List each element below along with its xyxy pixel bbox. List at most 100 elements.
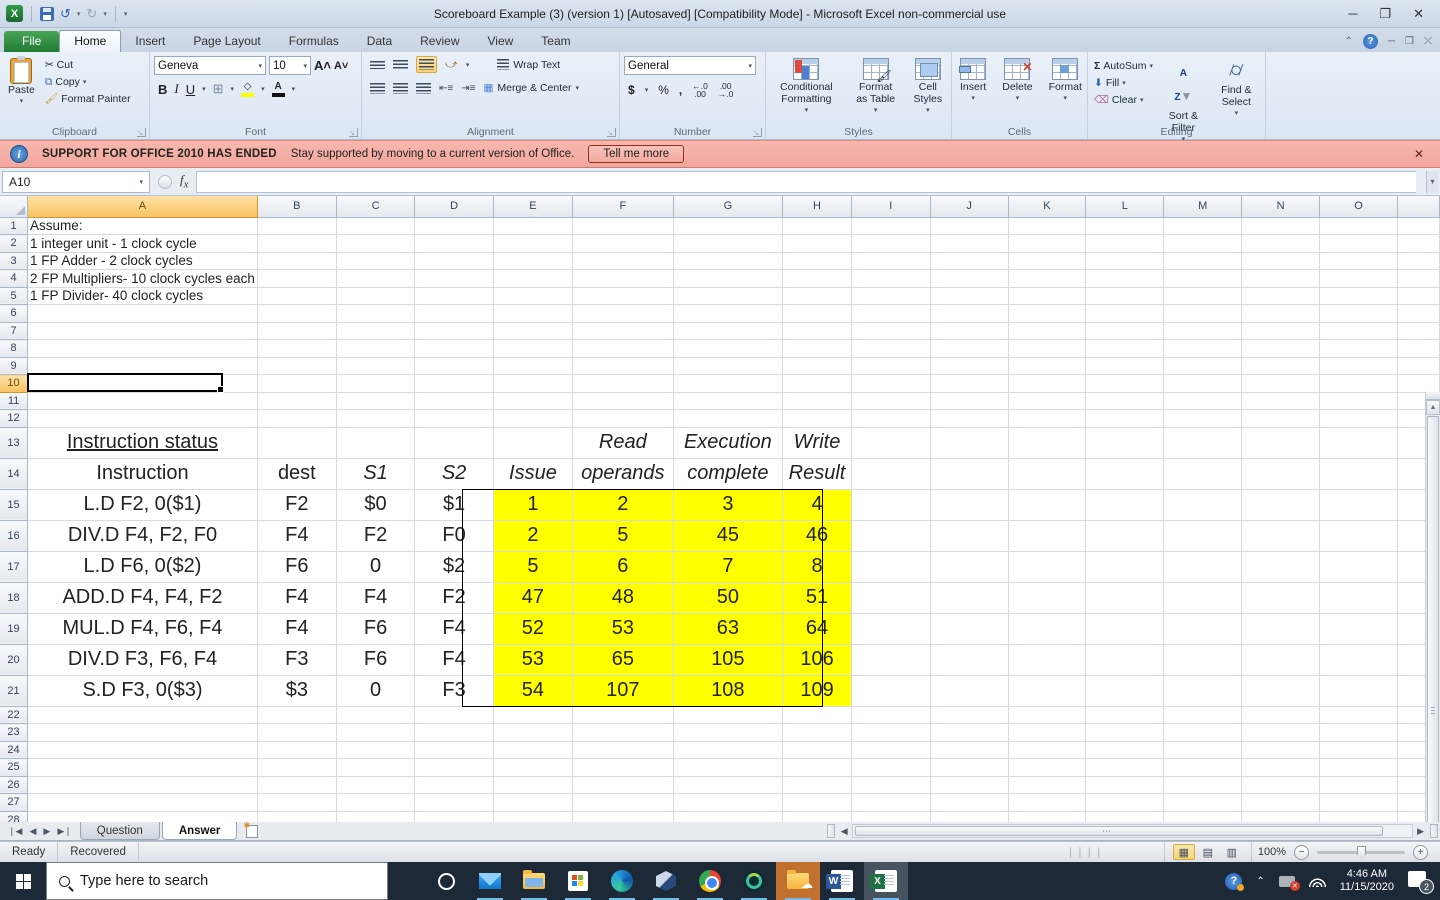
cell-F19[interactable]: 53 [572,613,674,645]
cell-G16[interactable]: 45 [673,520,784,552]
cell-K20[interactable] [1008,644,1087,676]
cell-E17[interactable]: 5 [493,551,574,583]
cell-B20[interactable]: F3 [257,644,337,676]
cell-E3[interactable] [493,252,574,270]
cell-I23[interactable] [851,723,931,742]
cell-K17[interactable] [1008,551,1087,583]
cell-M20[interactable] [1163,644,1243,676]
cell-E7[interactable] [493,322,574,340]
cell-B23[interactable] [257,723,337,742]
find-select-button[interactable]: ⌭ Find & Select ▾ [1212,56,1261,123]
cell-M1[interactable] [1163,217,1243,235]
cell-H19[interactable]: 64 [782,613,852,645]
cell-L28[interactable] [1085,811,1165,822]
cell-D11[interactable] [414,392,494,410]
status-recovered[interactable]: Recovered [58,842,139,862]
column-header-C[interactable]: C [336,196,416,218]
cell-I6[interactable] [851,304,931,323]
cell-M3[interactable] [1163,252,1243,270]
cell-L8[interactable] [1085,339,1165,358]
cell-L21[interactable] [1085,675,1165,707]
cell-H9[interactable] [782,357,852,375]
italic-icon[interactable]: I [174,81,178,97]
cell-C12[interactable] [336,409,416,428]
tab-review[interactable]: Review [406,31,473,52]
cell-I4[interactable] [851,269,931,288]
cell-F26[interactable] [572,776,674,794]
minimize-window-icon[interactable]: ─ [1348,6,1357,22]
cell-H14[interactable]: Result [782,458,852,490]
cell-N13[interactable] [1241,427,1321,459]
cell-I21[interactable] [851,675,931,707]
cell-A21[interactable]: S.D F3, 0($3) [27,675,258,707]
cell-J25[interactable] [930,758,1009,777]
cell-F7[interactable] [572,322,674,340]
cell-L12[interactable] [1085,409,1165,428]
cell-A27[interactable] [27,793,258,812]
cell-N27[interactable] [1241,793,1321,812]
cell-N22[interactable] [1241,706,1321,724]
cell-X4[interactable] [1397,269,1440,288]
cell-O16[interactable] [1319,520,1399,552]
cell-B28[interactable] [257,811,337,822]
row-header-28[interactable]: 28 [0,811,29,822]
cell-K10[interactable] [1008,374,1087,393]
zoom-in-icon[interactable]: + [1413,844,1428,860]
cell-A16[interactable]: DIV.D F4, F2, F0 [27,520,258,552]
cell-X10[interactable] [1397,374,1440,393]
cell-F11[interactable] [572,392,674,410]
cell-E1[interactable] [493,217,574,235]
number-format-select[interactable]: General ▾ [624,56,756,75]
cell-D21[interactable]: F3 [414,675,494,707]
cell-B17[interactable]: F6 [257,551,337,583]
cell-C21[interactable]: 0 [336,675,416,707]
cell-A26[interactable] [27,776,258,794]
cell-O5[interactable] [1319,287,1399,305]
cell-N11[interactable] [1241,392,1321,410]
cell-B1[interactable] [257,217,337,235]
font-name-select[interactable]: Geneva ▾ [154,56,266,75]
cell-D7[interactable] [414,322,494,340]
cell-L20[interactable] [1085,644,1165,676]
cell-M4[interactable] [1163,269,1243,288]
cell-M9[interactable] [1163,357,1243,375]
taskbar-store[interactable] [556,862,600,900]
cell-F21[interactable]: 107 [572,675,674,707]
cell-J13[interactable] [930,427,1009,459]
column-header-M[interactable]: M [1163,196,1243,218]
cell-E23[interactable] [493,723,574,742]
cell-I20[interactable] [851,644,931,676]
row-header-24[interactable]: 24 [0,741,29,759]
cell-C11[interactable] [336,392,416,410]
cell-X3[interactable] [1397,252,1440,270]
cell-O28[interactable] [1319,811,1399,822]
cell-L25[interactable] [1085,758,1165,777]
cell-J5[interactable] [930,287,1009,305]
insert-worksheet-button[interactable] [239,821,265,840]
cell-F4[interactable] [572,269,674,288]
cell-D18[interactable]: F2 [414,582,494,614]
cell-K28[interactable] [1008,811,1087,822]
cell-J28[interactable] [930,811,1009,822]
cell-F12[interactable] [572,409,674,428]
cell-A9[interactable] [27,357,258,375]
first-sheet-icon[interactable]: ❘◀ [8,826,22,837]
cell-L19[interactable] [1085,613,1165,645]
cell-O2[interactable] [1319,234,1399,253]
cell-C18[interactable]: F4 [336,582,416,614]
cell-A6[interactable] [27,304,258,323]
cell-K19[interactable] [1008,613,1087,645]
cell-C22[interactable] [336,706,416,724]
last-sheet-icon[interactable]: ▶❘ [57,826,71,837]
vertical-scrollbar[interactable]: ▲ ▼ [1425,392,1440,822]
cell-C1[interactable] [336,217,416,235]
cell-N20[interactable] [1241,644,1321,676]
cell-B27[interactable] [257,793,337,812]
cell-G26[interactable] [673,776,784,794]
cell-E2[interactable] [493,234,574,253]
cell-B18[interactable]: F4 [257,582,337,614]
cell-K2[interactable] [1008,234,1087,253]
cell-H16[interactable]: 46 [782,520,852,552]
normal-view-icon[interactable]: ▦ [1172,844,1195,860]
close-workbook-icon[interactable]: ⤫ [1424,36,1432,47]
